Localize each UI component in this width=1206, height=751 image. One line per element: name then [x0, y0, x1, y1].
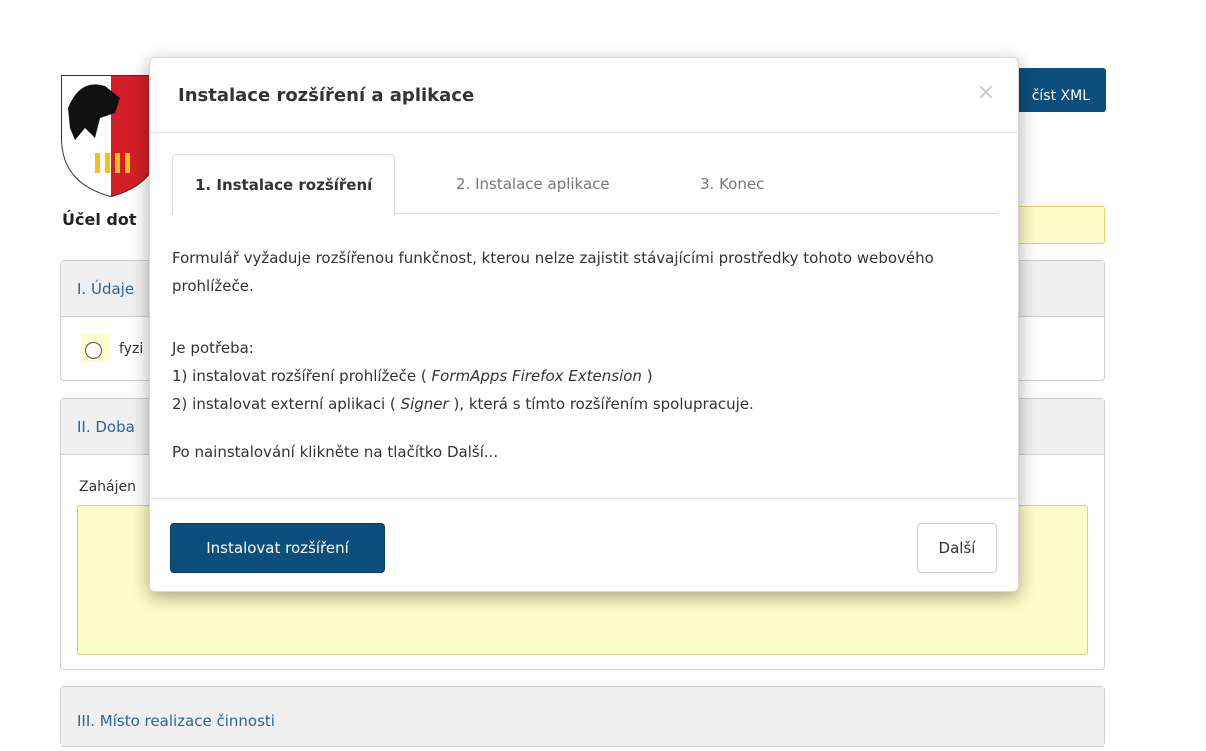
next-button[interactable]: Další: [917, 523, 997, 573]
requirements-title: Je potřeba:: [172, 339, 254, 357]
purpose-label: Účel dot: [62, 210, 137, 229]
install-extension-button[interactable]: Instalovat rozšíření: [170, 523, 385, 573]
requirement-application-pre: 2) instalovat externí aplikaci (: [172, 395, 401, 413]
requirement-extension: 1) instalovat rozšíření prohlížeče ( For…: [172, 362, 653, 390]
section-location: III. Místo realizace činnosti: [60, 686, 1105, 747]
tab-finish[interactable]: 3. Konec: [678, 154, 786, 214]
requirement-extension-post: ): [641, 367, 653, 385]
close-icon[interactable]: ×: [974, 80, 998, 108]
person-type-radio-wrapper[interactable]: [81, 334, 109, 362]
section-title: III. Místo realizace činnosti: [61, 687, 1104, 747]
requirement-application-post: ), která s tímto rozšířením spolupracuje…: [448, 395, 754, 413]
start-date-label: Zahájen: [79, 479, 136, 495]
extension-name: FormApps Firefox Extension: [431, 367, 642, 385]
tab-install-extension[interactable]: 1. Instalace rozšíření: [172, 154, 396, 215]
intro-text: Formulář vyžaduje rozšířenou funkčnost, …: [172, 249, 934, 295]
requirement-extension-pre: 1) instalovat rozšíření prohlížeče (: [172, 367, 432, 385]
requirement-application: 2) instalovat externí aplikaci ( Signer …: [172, 390, 754, 418]
after-install-text: Po nainstalování klikněte na tlačítko Da…: [172, 443, 499, 461]
dialog-title: Instalace rozšíření a aplikace: [178, 85, 475, 106]
wizard-tabs: 1. Instalace rozšíření 2. Instalace apli…: [170, 154, 998, 215]
application-name: Signer: [400, 395, 449, 413]
person-type-radio-label: fyzi: [119, 341, 144, 357]
tab-install-application[interactable]: 2. Instalace aplikace: [434, 154, 632, 214]
dialog-footer: Instalovat rozšíření Další: [150, 498, 1018, 592]
person-type-radio[interactable]: [85, 342, 102, 359]
dialog-header: Instalace rozšíření a aplikace ×: [150, 58, 1018, 133]
install-extension-dialog: Instalace rozšíření a aplikace × 1. Inst…: [149, 57, 1019, 592]
